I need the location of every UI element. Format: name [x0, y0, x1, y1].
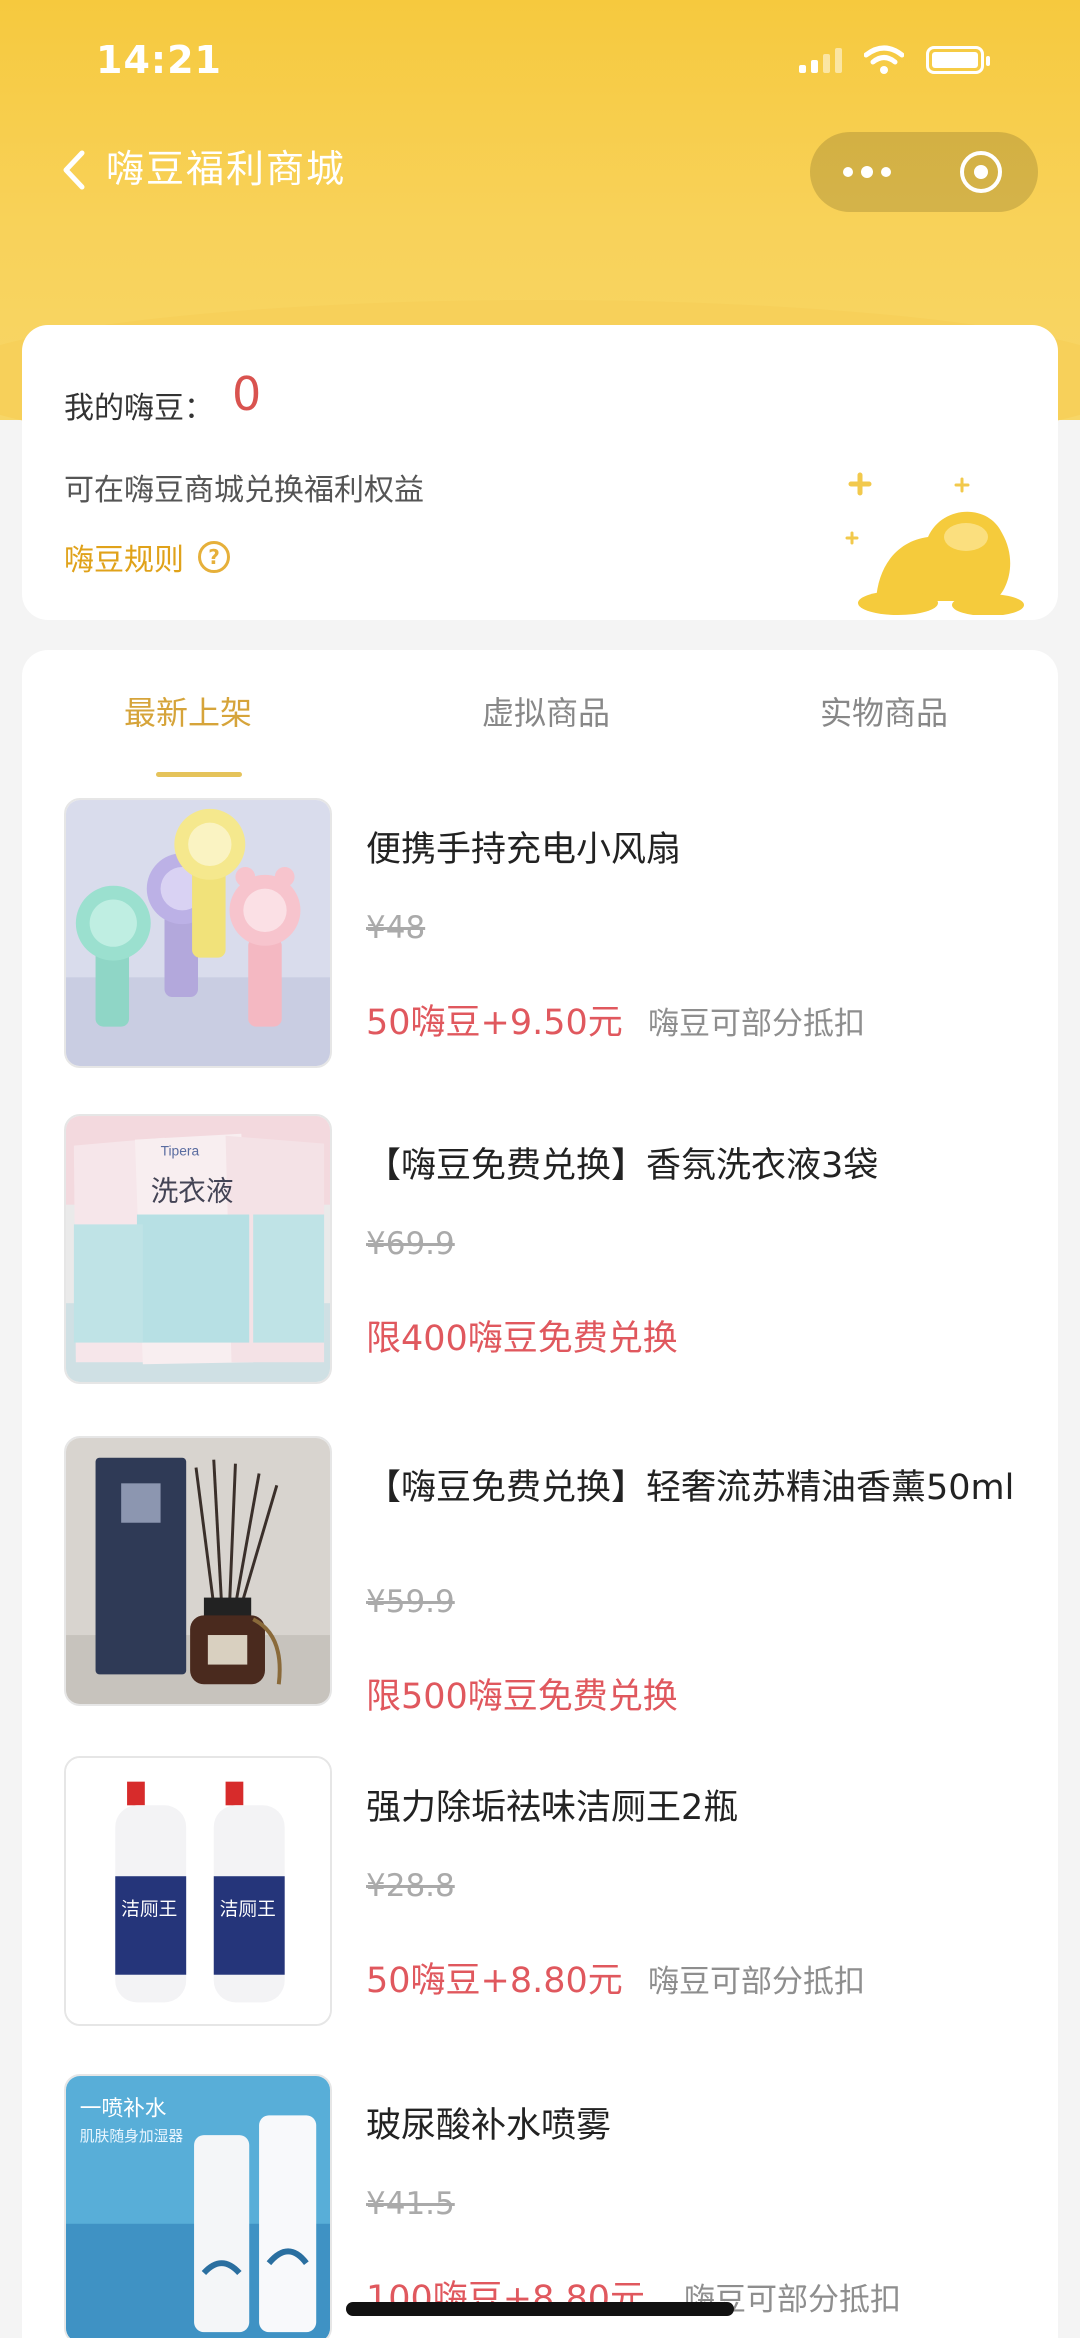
product-original-price: ¥28.8	[366, 1868, 455, 1904]
product-item[interactable]: 便携手持充电小风扇 ¥48 50嗨豆+9.50元 嗨豆可部分抵扣	[64, 798, 1024, 1068]
cellular-signal-icon	[799, 47, 842, 73]
my-beans-value: 0	[232, 367, 262, 421]
tab-newest[interactable]: 最新上架	[124, 688, 252, 734]
cleaner-label-text: 洁厕王	[220, 1900, 276, 1921]
status-icons	[799, 45, 990, 75]
product-original-price: ¥41.5	[366, 2186, 455, 2222]
product-price-note: 嗨豆可部分抵扣	[648, 1964, 865, 2000]
more-options-button[interactable]	[810, 132, 924, 212]
product-item[interactable]: 一喷补水 肌肤随身加湿器 玻尿酸补水喷雾 ¥41.5 100嗨豆+8.80元 嗨…	[64, 2074, 1024, 2338]
product-original-price: ¥48	[366, 910, 426, 946]
target-icon	[960, 151, 1002, 193]
product-image-spray: 一喷补水 肌肤随身加湿器	[64, 2074, 332, 2338]
spray-subtitle-text: 肌肤随身加湿器	[80, 2128, 184, 2145]
category-tabs: 最新上架 虚拟商品 实物商品	[22, 650, 1058, 777]
product-image-diffuser	[64, 1436, 332, 1706]
beans-rules-label: 嗨豆规则	[64, 543, 184, 578]
product-price: 限500嗨豆免费兑换	[366, 1677, 678, 1717]
page-title: 嗨豆福利商城	[106, 147, 347, 191]
home-indicator[interactable]	[346, 2302, 734, 2316]
miniprogram-capsule	[810, 132, 1038, 212]
back-button[interactable]	[48, 140, 98, 200]
product-price-note: 嗨豆可部分抵扣	[648, 1006, 865, 1042]
my-beans-label: 我的嗨豆：	[64, 391, 214, 426]
active-tab-indicator	[156, 772, 242, 777]
product-name: 【嗨豆免费兑换】轻奢流苏精油香薰50ml	[366, 1468, 1015, 1508]
close-miniprogram-button[interactable]	[924, 132, 1038, 212]
product-list-card: 最新上架 虚拟商品 实物商品 便携手持充电小风扇 ¥48 50嗨豆+9.50元	[22, 650, 1058, 2338]
product-item[interactable]: 洁厕王 洁厕王 强力除垢祛味洁厕王2瓶 ¥28.8 50嗨豆+8.80元 嗨豆可…	[64, 1756, 1024, 2026]
product-image-laundry: Tipera 洗衣液	[64, 1114, 332, 1384]
product-original-price: ¥59.9	[366, 1584, 455, 1620]
product-price: 50嗨豆+9.50元	[366, 1003, 623, 1043]
tab-physical[interactable]: 实物商品	[820, 688, 948, 734]
tab-virtual[interactable]: 虚拟商品	[482, 688, 610, 734]
bean-illustration	[845, 472, 1024, 615]
my-beans-card: 我的嗨豆： 0 可在嗨豆商城兑换福利权益 嗨豆规则 ?	[22, 325, 1058, 620]
product-item[interactable]: 【嗨豆免费兑换】轻奢流苏精油香薰50ml ¥59.9 限500嗨豆免费兑换	[64, 1436, 1024, 1717]
product-image-fan	[64, 798, 332, 1068]
product-name: 玻尿酸补水喷雾	[366, 2106, 612, 2146]
product-price: 50嗨豆+8.80元	[366, 1961, 623, 2001]
spray-title-text: 一喷补水	[80, 2096, 167, 2121]
navigation-bar: 嗨豆福利商城	[0, 120, 1080, 220]
product-name: 便携手持充电小风扇	[366, 830, 682, 870]
laundry-pack-text: 洗衣液	[151, 1175, 234, 1208]
battery-icon	[926, 46, 990, 74]
product-item[interactable]: Tipera 洗衣液 【嗨豆免费兑换】香氛洗衣液3袋 ¥69.9 限400嗨豆免…	[64, 1114, 1024, 1384]
product-name: 强力除垢祛味洁厕王2瓶	[366, 1788, 739, 1828]
product-original-price: ¥69.9	[366, 1226, 455, 1262]
help-icon: ?	[198, 541, 230, 573]
beans-rules-link[interactable]: 嗨豆规则 ?	[64, 535, 230, 579]
wifi-icon	[864, 45, 904, 74]
beans-description: 可在嗨豆商城兑换福利权益	[64, 473, 424, 508]
laundry-brand-text: Tipera	[161, 1143, 200, 1158]
back-arrow-icon	[63, 150, 85, 190]
product-image-cleaner: 洁厕王 洁厕王	[64, 1756, 332, 2026]
cleaner-label-text: 洁厕王	[121, 1900, 177, 1921]
product-name: 【嗨豆免费兑换】香氛洗衣液3袋	[366, 1146, 879, 1186]
product-price: 限400嗨豆免费兑换	[366, 1319, 678, 1359]
status-bar: 14:21	[0, 0, 1080, 120]
status-time: 14:21	[96, 38, 222, 82]
